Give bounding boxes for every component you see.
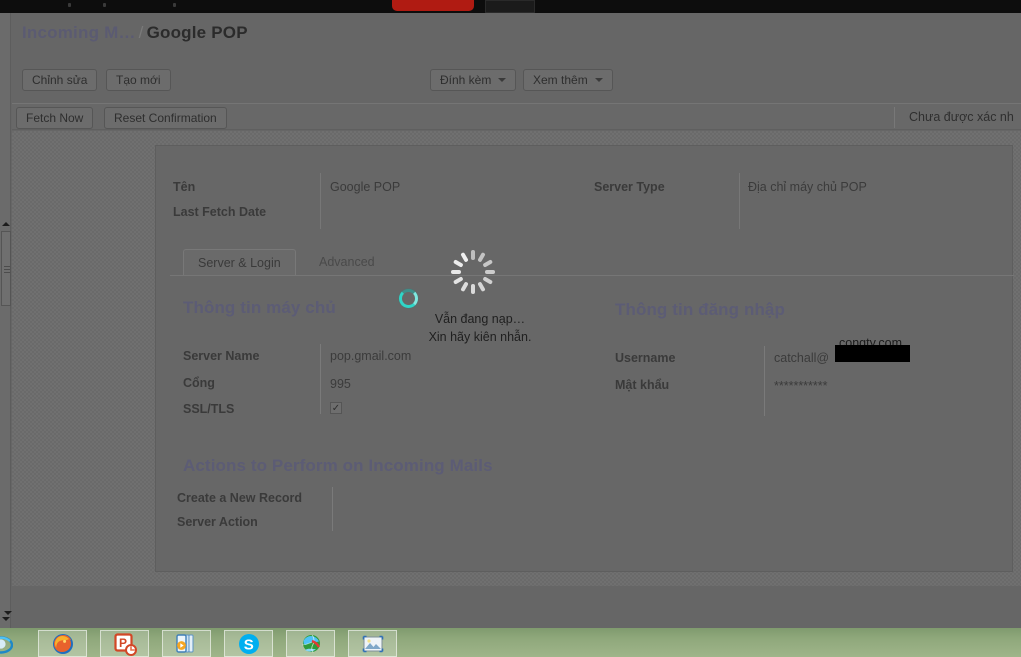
attach-dropdown-button[interactable]: Đính kèm — [430, 69, 517, 91]
login-fields-divider — [764, 346, 765, 416]
record-meta-row: Tên Last Fetch Date Google POP Server Ty… — [156, 146, 1014, 238]
field-label-port: Cổng — [183, 376, 215, 390]
chrome-red-tab[interactable] — [392, 0, 474, 11]
field-label-ssl-tls: SSL/TLS — [183, 402, 235, 416]
media-player-icon — [175, 633, 193, 653]
more-label: Xem thêm — [533, 73, 588, 87]
field-label-last-fetch-date: Last Fetch Date — [173, 205, 267, 219]
attach-label: Đính kèm — [440, 73, 492, 87]
meta-divider-right — [739, 173, 740, 229]
field-label-server-name: Server Name — [183, 349, 260, 363]
primary-toolbar: Chỉnh sửa Tạo mới Đính kèm Xem thêm — [12, 67, 1021, 97]
edit-button[interactable]: Chỉnh sửa — [22, 69, 98, 91]
field-value-name: Google POP — [330, 180, 401, 194]
field-label-name: Tên — [173, 180, 196, 194]
tab-bar-underline — [170, 275, 1014, 276]
field-value-username: catchall@ — [774, 351, 830, 365]
idm-globe-icon — [301, 634, 320, 653]
scrollbar-thumb[interactable] — [1, 231, 11, 306]
svg-text:S: S — [243, 636, 253, 653]
browser-chrome-strip — [0, 0, 1021, 13]
toolbar-divider — [894, 107, 895, 128]
field-value-password: *********** — [774, 379, 828, 393]
breadcrumb-current: Google POP — [146, 23, 248, 42]
breadcrumb-parent-link[interactable]: Incoming M… — [22, 23, 136, 42]
field-value-port: 995 — [330, 377, 351, 391]
field-label-password: Mật khẩu — [615, 378, 670, 392]
field-label-username: Username — [615, 351, 676, 365]
field-label-server-action: Server Action — [177, 515, 258, 529]
windows-taskbar — [0, 628, 1021, 657]
app-container: Incoming M… / Google POP Chỉnh sửa Tạo mới… — [12, 13, 1021, 603]
loading-spinner-icon — [399, 289, 418, 308]
tab-advanced[interactable]: Advanced — [305, 249, 389, 275]
loading-message-line1: Vẫn đang nạp… — [434, 312, 526, 326]
field-value-server-name: pop.gmail.com — [330, 349, 412, 363]
tab-bar: Server & Login Advanced — [170, 249, 1014, 276]
loading-message: Vẫn đang nạp… Xin hãy kiên nhẫn. — [390, 310, 570, 346]
record-detail-card: Tên Last Fetch Date Google POP Server Ty… — [155, 145, 1014, 572]
scroll-up-arrow-icon[interactable] — [0, 218, 11, 229]
chevron-down-icon — [594, 78, 603, 82]
powerpoint-icon: P — [113, 632, 137, 656]
taskbar-item-photo-viewer[interactable] — [348, 630, 397, 657]
chrome-dot — [173, 3, 176, 7]
taskbar-item-internet-explorer[interactable] — [0, 630, 25, 657]
internet-explorer-icon — [0, 635, 13, 654]
chrome-dot — [68, 3, 71, 7]
tab-server-and-login[interactable]: Server & Login — [183, 249, 296, 275]
taskbar-item-firefox[interactable] — [38, 630, 87, 657]
busy-spinner-cursor-icon — [450, 249, 496, 295]
username-redaction-bar — [835, 345, 910, 362]
section-title-login-info: Thông tin đăng nhập — [615, 300, 785, 319]
breadcrumb-separator: / — [138, 23, 144, 42]
taskbar-item-skype[interactable]: S — [224, 630, 273, 657]
more-dropdown-button[interactable]: Xem thêm — [523, 69, 613, 91]
breadcrumb: Incoming M… / Google POP — [22, 23, 248, 43]
actions-fields-divider — [332, 487, 333, 531]
field-label-server-type: Server Type — [594, 180, 665, 194]
chrome-dark-tab[interactable] — [485, 0, 535, 13]
loading-message-line2: Xin hãy kiên nhẫn. — [428, 330, 532, 344]
chrome-dot — [103, 3, 106, 7]
ssl-tls-checkbox[interactable]: ✓ — [330, 402, 342, 414]
taskbar-item-powerpoint[interactable]: P — [100, 630, 149, 657]
secondary-toolbar: Fetch Now Reset Confirmation Chưa được x… — [12, 103, 1021, 130]
section-title-server-info: Thông tin máy chủ — [183, 298, 336, 317]
scroll-down-arrow-icon[interactable] — [2, 607, 14, 619]
field-value-server-type: Địa chỉ máy chủ POP — [748, 180, 867, 194]
firefox-icon — [52, 633, 73, 654]
status-badge: Chưa được xác nh — [909, 110, 1014, 124]
page-vertical-scrollbar[interactable] — [0, 13, 11, 628]
meta-divider-left — [320, 173, 321, 229]
taskbar-item-idm[interactable] — [286, 630, 335, 657]
screen-root: Incoming M… / Google POP Chỉnh sửa Tạo mới… — [0, 0, 1021, 657]
reset-confirmation-button[interactable]: Reset Confirmation — [104, 107, 227, 129]
fetch-now-button[interactable]: Fetch Now — [16, 107, 94, 129]
skype-icon: S — [238, 633, 259, 654]
server-fields-divider — [320, 344, 321, 414]
photo-viewer-icon — [362, 635, 383, 652]
chevron-down-icon — [498, 78, 507, 82]
field-label-create-new-record: Create a New Record — [177, 491, 303, 505]
taskbar-item-media-player[interactable] — [162, 630, 211, 657]
section-title-actions: Actions to Perform on Incoming Mails — [183, 456, 493, 475]
new-button[interactable]: Tạo mới — [106, 69, 171, 91]
